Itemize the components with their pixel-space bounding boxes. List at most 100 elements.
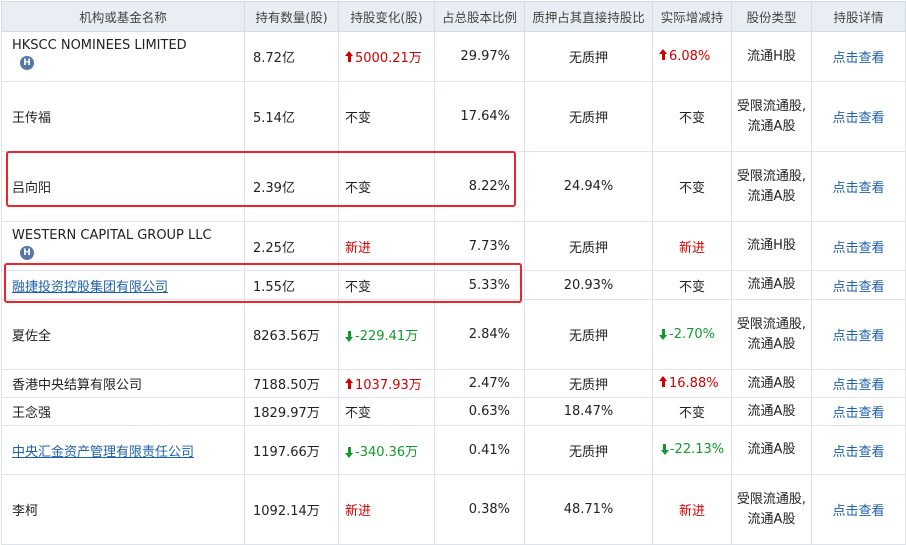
holder-name: 香港中央结算有限公司 [1,369,245,398]
hshare-badge-icon: H [20,246,34,260]
detail-link[interactable]: 点击查看 [832,280,884,295]
detail-cell: 点击查看 [811,425,906,475]
change-cell: 不变 [338,270,435,300]
actual-cell: 新进 [652,474,732,545]
detail-cell: 点击查看 [811,270,906,300]
detail-link[interactable]: 点击查看 [832,445,884,460]
table-row: 王传福 5.14亿 不变 17.64% 无质押 不变 受限流通股,流通A股 点击… [1,81,906,152]
actual-cell: 不变 [652,151,732,222]
detail-link[interactable]: 点击查看 [832,111,884,126]
ratio-cell: 5.33% [434,270,525,300]
detail-cell: 点击查看 [811,221,906,271]
ratio-cell: 29.97% [434,31,525,82]
share-type-cell: 受限流通股,流通A股 [731,474,812,545]
holder-name: HKSCC NOMINEES LIMITED [12,38,187,53]
holder-name: WESTERN CAPITAL GROUP LLC [12,228,212,243]
hshare-badge-icon: H [20,56,34,70]
holder-name: 李柯 [1,474,245,545]
table-row: 夏佐全 8263.56万 -229.41万 2.84% 无质押 -2.70% 受… [1,299,906,370]
header-pledge: 质押占其直接持股比 [524,1,653,32]
detail-cell: 点击查看 [811,31,906,82]
pledge-cell: 无质押 [524,299,653,370]
share-type-cell: 流通H股 [731,31,812,82]
table-row: 王念强 1829.97万 不变 0.63% 18.47% 不变 流通A股 点击查… [1,397,906,426]
header-ratio: 占总股本比例 [434,1,525,32]
detail-link[interactable]: 点击查看 [832,181,884,196]
holder-name-cell: 中央汇金资产管理有限责任公司 [1,425,245,475]
arrow-down-icon [345,329,355,342]
ratio-cell: 7.73% [434,221,525,271]
arrow-down-icon [660,440,670,455]
actual-cell: 不变 [652,270,732,300]
holder-name-link[interactable]: 中央汇金资产管理有限责任公司 [12,445,194,460]
table-row: 融捷投资控股集团有限公司 1.55亿 不变 5.33% 20.93% 不变 流通… [1,270,906,300]
table-row: WESTERN CAPITAL GROUP LLC H 2.25亿 新进 7.7… [1,221,906,271]
change-cell: 不变 [338,81,435,152]
shares-cell: 1829.97万 [244,397,339,426]
shares-cell: 8.72亿 [244,31,339,82]
ratio-cell: 0.41% [434,425,525,475]
detail-cell: 点击查看 [811,151,906,222]
change-cell: 5000.21万 [338,31,435,82]
ratio-cell: 17.64% [434,81,525,152]
detail-link[interactable]: 点击查看 [832,329,884,344]
shares-cell: 8263.56万 [244,299,339,370]
change-cell: 不变 [338,151,435,222]
pledge-cell: 18.47% [524,397,653,426]
change-cell: 新进 [338,221,435,271]
holder-name-link[interactable]: 融捷投资控股集团有限公司 [12,280,168,295]
detail-link[interactable]: 点击查看 [832,406,884,421]
table-header-row: 机构或基金名称 持有数量(股) 持股变化(股) 占总股本比例 质押占其直接持股比… [1,1,906,32]
share-type-cell: 流通H股 [731,221,812,271]
pledge-cell: 无质押 [524,369,653,398]
share-type-cell: 流通A股 [731,270,812,300]
holder-name: 夏佐全 [1,299,245,370]
ratio-cell: 0.38% [434,474,525,545]
actual-cell: 不变 [652,397,732,426]
table-row: 李柯 1092.14万 新进 0.38% 48.71% 新进 受限流通股,流通A… [1,474,906,545]
header-name: 机构或基金名称 [1,1,245,32]
holder-name: 吕向阳 [1,151,245,222]
arrow-down-icon [659,327,669,340]
detail-cell: 点击查看 [811,81,906,152]
arrow-up-icon [345,51,355,63]
holder-name-cell: 融捷投资控股集团有限公司 [1,270,245,300]
table-row: 中央汇金资产管理有限责任公司 1197.66万 -340.36万 0.41% 无… [1,425,906,475]
actual-cell: 不变 [652,81,732,152]
detail-link[interactable]: 点击查看 [832,504,884,519]
pledge-cell: 48.71% [524,474,653,545]
pledge-cell: 无质押 [524,425,653,475]
header-change: 持股变化(股) [338,1,435,32]
shares-cell: 1092.14万 [244,474,339,545]
shares-cell: 1.55亿 [244,270,339,300]
shareholder-table: 机构或基金名称 持有数量(股) 持股变化(股) 占总股本比例 质押占其直接持股比… [1,1,906,545]
table-row: 香港中央结算有限公司 7188.50万 1037.93万 2.47% 无质押 1… [1,369,906,398]
arrow-down-icon [345,445,355,458]
share-type-cell: 流通A股 [731,397,812,426]
holder-name-cell: HKSCC NOMINEES LIMITED H [1,31,245,82]
detail-link[interactable]: 点击查看 [832,51,884,66]
arrow-up-icon [659,49,669,61]
share-type-cell: 流通A股 [731,369,812,398]
detail-link[interactable]: 点击查看 [832,378,884,393]
share-type-cell: 流通A股 [731,425,812,475]
share-type-cell: 受限流通股,流通A股 [731,81,812,152]
detail-cell: 点击查看 [811,369,906,398]
share-type-cell: 受限流通股,流通A股 [731,151,812,222]
header-actual: 实际增减持 [652,1,732,32]
shares-cell: 1197.66万 [244,425,339,475]
ratio-cell: 8.22% [434,151,525,222]
header-type: 股份类型 [731,1,812,32]
table-row: 吕向阳 2.39亿 不变 8.22% 24.94% 不变 受限流通股,流通A股 … [1,151,906,222]
actual-cell: -2.70% [652,299,732,370]
detail-cell: 点击查看 [811,397,906,426]
shares-cell: 7188.50万 [244,369,339,398]
change-cell: -340.36万 [338,425,435,475]
ratio-cell: 2.47% [434,369,525,398]
detail-link[interactable]: 点击查看 [832,241,884,256]
holder-name: 王念强 [1,397,245,426]
table-row: HKSCC NOMINEES LIMITED H 8.72亿 5000.21万 … [1,31,906,82]
pledge-cell: 24.94% [524,151,653,222]
pledge-cell: 无质押 [524,31,653,82]
detail-cell: 点击查看 [811,299,906,370]
